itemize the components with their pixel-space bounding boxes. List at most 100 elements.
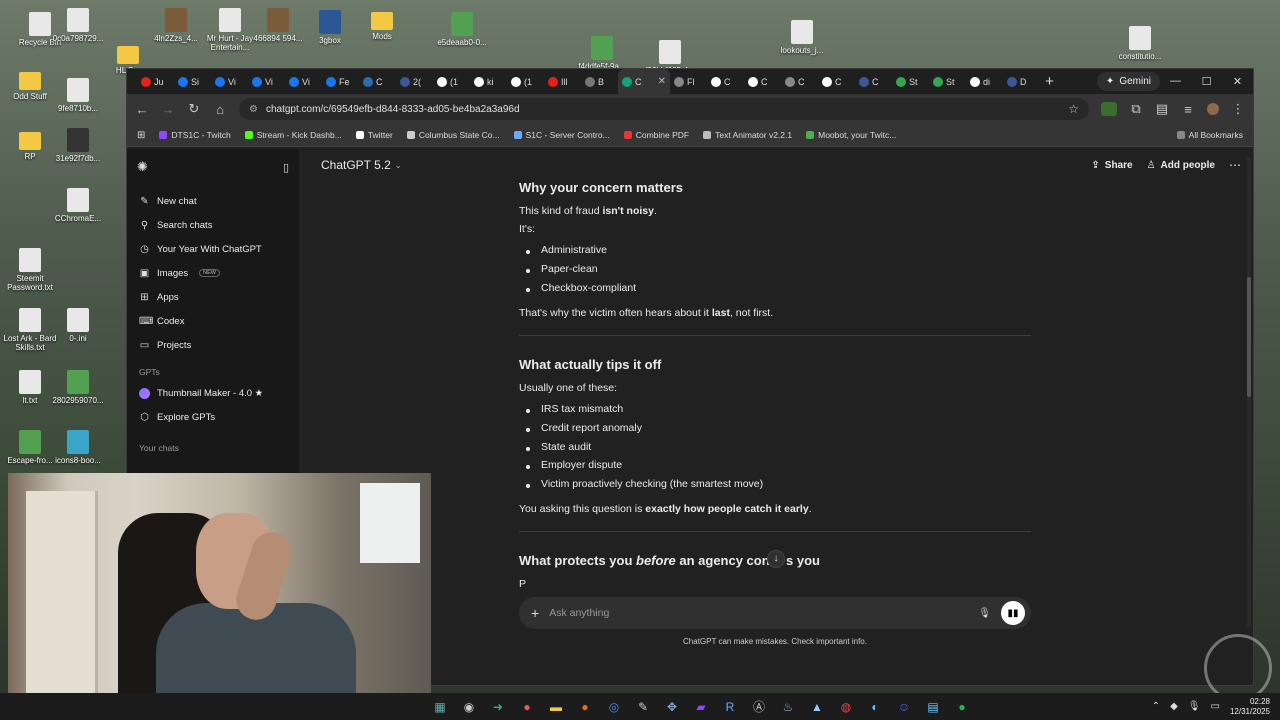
desktop-icon[interactable]: icons8-boo... [48, 430, 108, 466]
desktop-icon[interactable]: 0-.ini [48, 308, 108, 344]
openai-logo-icon[interactable]: ✺ [137, 159, 148, 175]
firefox-icon[interactable]: ● [575, 697, 595, 717]
browser-tab[interactable]: C ✕ [618, 69, 670, 94]
minimize-icon[interactable]: — [1160, 75, 1191, 88]
rsi-icon[interactable]: R [720, 697, 740, 717]
share-button[interactable]: ⇪ Share [1091, 160, 1132, 171]
bookmark-item[interactable]: Columbus State Co... [406, 130, 500, 140]
browser-tab[interactable]: Ju [137, 69, 174, 94]
address-bar[interactable]: ⚙ chatgpt.com/c/69549efb-d844-8333-ad05-… [239, 98, 1089, 120]
game-icon[interactable]: ✥ [662, 697, 682, 717]
sidebar-item-projects[interactable]: ▭ Projects [133, 333, 293, 357]
home-icon[interactable]: ⌂ [213, 102, 227, 117]
reading-list-icon[interactable]: ≡ [1181, 102, 1195, 117]
arrow-icon[interactable]: ➜ [488, 697, 508, 717]
app-icon[interactable]: ▲ [807, 697, 827, 717]
network-icon[interactable]: ▭ [1211, 701, 1220, 712]
extension-icon[interactable] [1101, 102, 1117, 116]
browser-tab[interactable]: C [855, 69, 892, 94]
clock[interactable]: 02:28 12/31/2025 [1230, 697, 1270, 716]
notepad-icon[interactable]: ▤ [923, 697, 943, 717]
browser-tab[interactable]: St [929, 69, 966, 94]
obs-icon[interactable]: ◉ [459, 697, 479, 717]
scrollbar-thumb[interactable] [1247, 277, 1251, 397]
browser-tab[interactable]: Ill [544, 69, 581, 94]
browser-tab[interactable]: C [818, 69, 855, 94]
discord-icon[interactable]: ☺ [894, 697, 914, 717]
chrome-menu-icon[interactable]: ⋮ [1231, 101, 1245, 117]
microphone-icon[interactable]: 🎙 [978, 608, 991, 619]
app-icon[interactable]: Ⓐ [749, 697, 769, 717]
browser-tab[interactable]: C [359, 69, 396, 94]
tray-app-icon[interactable]: ◆ [1170, 701, 1178, 712]
steam-icon[interactable]: ♨ [778, 697, 798, 717]
plus-icon[interactable]: + [531, 605, 539, 621]
sidebar-item-search-chats[interactable]: ⚲ Search chats [133, 213, 293, 237]
sidebar-toggle-icon[interactable]: ▯ [283, 161, 289, 174]
all-bookmarks-button[interactable]: All Bookmarks [1176, 130, 1243, 140]
bookmark-item[interactable]: DTS1C - Twitch [159, 130, 231, 140]
browser-tab[interactable]: C [707, 69, 744, 94]
sidebar-item-explore-gpts[interactable]: ⬡ Explore GPTs [133, 405, 293, 429]
browser-tab[interactable]: (1 [433, 69, 470, 94]
desktop-icon[interactable]: 9fe8710b... [48, 78, 108, 114]
file-explorer-icon[interactable]: ▬ [546, 697, 566, 717]
tool-icon[interactable]: ✎ [633, 697, 653, 717]
desktop-icon[interactable]: 4ln2Zzs_4... [146, 8, 206, 44]
bookmark-star-icon[interactable]: ☆ [1068, 102, 1079, 116]
bookmark-item[interactable]: Text Animator v2.2.1 [703, 130, 792, 140]
bookmark-item[interactable]: Combine PDF [623, 130, 689, 140]
site-info-icon[interactable]: ⚙ [249, 104, 258, 115]
browser-tab[interactable]: Vi [211, 69, 248, 94]
bookmark-item[interactable]: S1C - Server Contro... [513, 130, 610, 140]
desktop-icon[interactable]: CChromaE... [48, 188, 108, 224]
maximize-icon[interactable]: ☐ [1191, 75, 1222, 88]
sidebar-item-new-chat[interactable]: ✎ New chat [133, 189, 293, 213]
browser-tab[interactable]: D [1003, 69, 1040, 94]
prompt-input[interactable]: Ask anything [549, 607, 968, 619]
photos-icon[interactable]: ▦ [430, 697, 450, 717]
add-people-button[interactable]: ♙ Add people [1147, 160, 1215, 171]
sidebar-item-year-with-chatgpt[interactable]: ◷ Your Year With ChatGPT [133, 237, 293, 261]
desktop-icon[interactable]: e5deaab0-0... [432, 12, 492, 48]
desktop-icon[interactable]: 31e92f7db... [48, 128, 108, 164]
reload-icon[interactable]: ↻ [187, 101, 201, 117]
browser-tab[interactable]: 2( [396, 69, 433, 94]
desktop-icon[interactable]: 2802959070... [48, 370, 108, 406]
tab-search-icon[interactable]: ▤ [1155, 101, 1169, 117]
browser-tab[interactable]: di [966, 69, 1003, 94]
desktop-icon[interactable]: Steemit Password.txt [0, 248, 60, 293]
scroll-down-button[interactable]: ↓ [767, 550, 785, 568]
browser-tab[interactable]: Vi [285, 69, 322, 94]
browser-tab[interactable]: ki [470, 69, 507, 94]
app-icon[interactable]: ◍ [836, 697, 856, 717]
browser-tab[interactable]: Si [174, 69, 211, 94]
desktop-icon[interactable]: 466894 594... [248, 8, 308, 44]
voice-mode-button[interactable]: ▮▮ [1001, 601, 1025, 625]
sidebar-item-images[interactable]: ▣ Images NEW [133, 261, 293, 285]
browser-tab[interactable]: Fl [670, 69, 707, 94]
app-icon[interactable]: ● [517, 697, 537, 717]
new-tab-button[interactable]: + [1040, 73, 1059, 90]
desktop-icon[interactable]: 0c0a798729... [48, 8, 108, 44]
back-icon[interactable]: ← [135, 102, 149, 117]
model-selector[interactable]: ChatGPT 5.2 ⌄ [321, 158, 402, 172]
spotify-icon[interactable]: ● [952, 697, 972, 717]
profile-avatar[interactable] [1207, 103, 1219, 115]
chrome-icon[interactable]: ◎ [604, 697, 624, 717]
sidebar-item-thumbnail-maker[interactable]: Thumbnail Maker - 4.0 ★ [133, 381, 293, 405]
sidebar-item-apps[interactable]: ⊞ Apps [133, 285, 293, 309]
sidebar-item-codex[interactable]: ⌨ Codex [133, 309, 293, 333]
twitch-icon[interactable]: ▰ [691, 697, 711, 717]
desktop-icon[interactable]: constitutio... [1110, 26, 1170, 62]
browser-tab[interactable]: C [781, 69, 818, 94]
app-icon[interactable]: ◐ [865, 697, 885, 717]
close-icon[interactable]: ✕ [1222, 75, 1253, 88]
extensions-puzzle-icon[interactable]: ⧉ [1129, 101, 1143, 117]
chevron-up-icon[interactable]: ⌃ [1152, 701, 1160, 712]
browser-tab[interactable]: Vi [248, 69, 285, 94]
browser-tab[interactable]: B [581, 69, 618, 94]
close-tab-icon[interactable]: ✕ [658, 76, 666, 87]
desktop-icon[interactable]: f4ddfe5f-9a... [572, 36, 632, 72]
browser-tab[interactable]: C [744, 69, 781, 94]
